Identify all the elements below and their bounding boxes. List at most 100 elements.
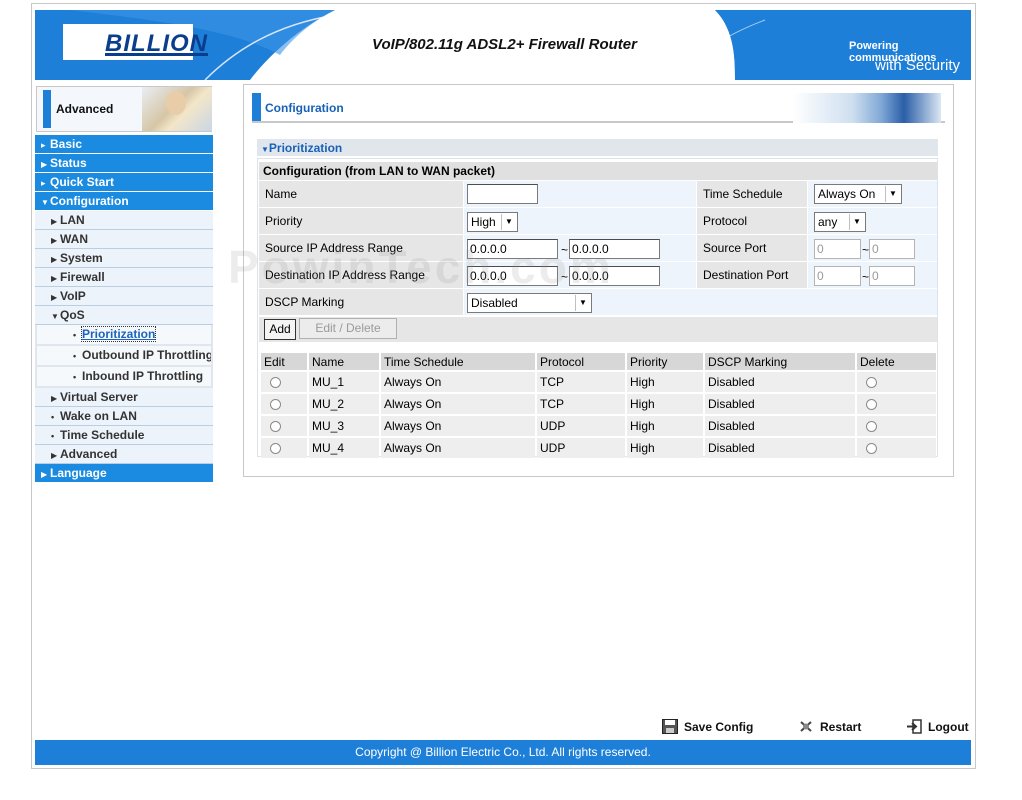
sidebar-item-qos[interactable]: ▼QoS (35, 306, 213, 325)
name-cell (464, 181, 696, 207)
sidebar-item-language[interactable]: ▶ Language (35, 464, 213, 483)
sidebar-item-advanced[interactable]: ▶ Advanced (35, 445, 213, 464)
source-port-end-input[interactable]: 0 (869, 239, 915, 259)
mode-label: Advanced (56, 102, 114, 116)
edit-radio[interactable] (270, 399, 281, 411)
time-schedule-value: Always On (818, 187, 876, 201)
protocol-select[interactable]: any ▼ (814, 212, 866, 232)
sidebar-item-status[interactable]: ▶ Status (35, 154, 213, 173)
protocol-cell: UDP (537, 438, 625, 458)
header-banner: BILLION VoIP/802.11g ADSL2+ Firewall Rou… (35, 10, 971, 80)
sidebar-item-label: System (60, 251, 103, 265)
prioritization-rules-table: Edit Name Time Schedule Protocol Priorit… (259, 351, 938, 460)
computer-illustration (793, 93, 941, 123)
delete-radio[interactable] (866, 443, 877, 455)
delete-radio[interactable] (866, 399, 877, 411)
sidebar-item-label: Time Schedule (60, 428, 145, 442)
delete-cell (857, 394, 936, 414)
sidebar-item-virtual-server[interactable]: ▶ Virtual Server (35, 388, 213, 407)
form-row-priority: Priority High ▼ Protocol any ▼ (259, 208, 937, 234)
priority-select[interactable]: High ▼ (467, 212, 518, 232)
sidebar-item-label: Virtual Server (60, 390, 138, 404)
protocol-cell: TCP (537, 372, 625, 392)
edit-radio[interactable] (270, 421, 281, 433)
restart-button[interactable]: Restart (798, 719, 861, 734)
column-header-priority: Priority (627, 353, 703, 370)
source-port-label: Source Port (697, 235, 807, 261)
range-separator: ~ (862, 270, 870, 284)
sidebar-item-firewall[interactable]: ▶ Firewall (35, 268, 213, 287)
dscp-cell: Disabled (705, 372, 855, 392)
sidebar-item-label: Configuration (50, 194, 129, 208)
destination-port-start-input[interactable]: 0 (814, 266, 861, 286)
save-config-button[interactable]: Save Config (662, 719, 753, 734)
form-row-dscp: DSCP Marking Disabled ▼ (259, 289, 937, 315)
delete-radio[interactable] (866, 377, 877, 389)
edit-radio[interactable] (270, 377, 281, 389)
section-title: Prioritization (268, 141, 343, 155)
source-ip-start-input[interactable]: 0.0.0.0 (467, 239, 558, 259)
priority-cell: High (627, 394, 703, 414)
sidebar-item-label: Firewall (60, 270, 105, 284)
sidebar-item-label: WAN (60, 232, 88, 246)
range-separator: ~ (862, 243, 870, 257)
bullet-icon: ▸ (41, 140, 46, 150)
edit-cell (261, 438, 307, 458)
sidebar-item-configuration[interactable]: ▼Configuration (35, 192, 213, 211)
sidebar-item-quick-start[interactable]: ▸ Quick Start (35, 173, 213, 192)
sidebar-item-label: LAN (60, 213, 85, 227)
bullet-icon: • (73, 372, 77, 382)
destination-ip-end-input[interactable]: 0.0.0.0 (569, 266, 660, 286)
bullet-icon: • (73, 351, 77, 361)
sidebar-item-time-schedule[interactable]: • Time Schedule (35, 426, 213, 445)
logout-button[interactable]: Logout (906, 719, 969, 734)
name-cell: MU_4 (309, 438, 379, 458)
sidebar-item-system[interactable]: ▶ System (35, 249, 213, 268)
section-header-prioritization[interactable]: ▼Prioritization (257, 139, 938, 157)
delete-cell (857, 416, 936, 436)
delete-radio[interactable] (866, 421, 877, 433)
sidebar-item-wan[interactable]: ▶ WAN (35, 230, 213, 249)
sidebar-item-label: Advanced (60, 447, 118, 461)
bullet-icon: • (51, 431, 55, 441)
name-input[interactable] (467, 184, 538, 204)
protocol-label: Protocol (697, 208, 807, 234)
sidebar-item-label: Wake on LAN (60, 409, 137, 423)
chevron-right-icon: ▶ (41, 160, 48, 169)
column-header-edit: Edit (261, 353, 307, 370)
sidebar-item-inbound-ip-throttling[interactable]: • Inbound IP Throttling (35, 367, 213, 388)
source-port-start-input[interactable]: 0 (814, 239, 861, 259)
form-button-row: Add Edit / Delete (259, 317, 937, 342)
restart-icon (800, 721, 812, 732)
source-ip-end-input[interactable]: 0.0.0.0 (569, 239, 660, 259)
tagline-security: with Security (875, 57, 961, 74)
sidebar-item-lan[interactable]: ▶ LAN (35, 211, 213, 230)
router-model-title: VoIP/802.11g ADSL2+ Firewall Router (372, 36, 637, 53)
delete-cell (857, 438, 936, 458)
sidebar-item-basic[interactable]: ▸ Basic (35, 135, 213, 154)
add-button[interactable]: Add (264, 319, 296, 340)
sidebar-item-prioritization[interactable]: • Prioritization (35, 325, 213, 346)
column-header-protocol: Protocol (537, 353, 625, 370)
time-schedule-select[interactable]: Always On ▼ (814, 184, 902, 204)
destination-port-end-input[interactable]: 0 (869, 266, 915, 286)
sidebar-item-label: Quick Start (50, 175, 115, 189)
floppy-disk-icon (662, 719, 678, 734)
table-row: MU_3 Always On UDP High Disabled (261, 416, 936, 436)
sidebar-item-outbound-ip-throttling[interactable]: • Outbound IP Throttling (35, 346, 213, 367)
dscp-select[interactable]: Disabled ▼ (467, 293, 592, 313)
edit-radio[interactable] (270, 443, 281, 455)
schedule-cell: Always On (381, 416, 535, 436)
destination-ip-start-input[interactable]: 0.0.0.0 (467, 266, 558, 286)
column-header-time-schedule: Time Schedule (381, 353, 535, 370)
dscp-cell: Disabled ▼ (464, 289, 937, 315)
restart-label: Restart (820, 720, 862, 734)
column-header-name: Name (309, 353, 379, 370)
delete-cell (857, 372, 936, 392)
edit-delete-button[interactable]: Edit / Delete (299, 318, 397, 339)
chevron-down-icon: ▼ (885, 186, 900, 202)
name-cell: MU_3 (309, 416, 379, 436)
sidebar-item-wake-on-lan[interactable]: • Wake on LAN (35, 407, 213, 426)
form-row-name: Name Time Schedule Always On ▼ (259, 181, 937, 207)
sidebar-item-voip[interactable]: ▶ VoIP (35, 287, 213, 306)
